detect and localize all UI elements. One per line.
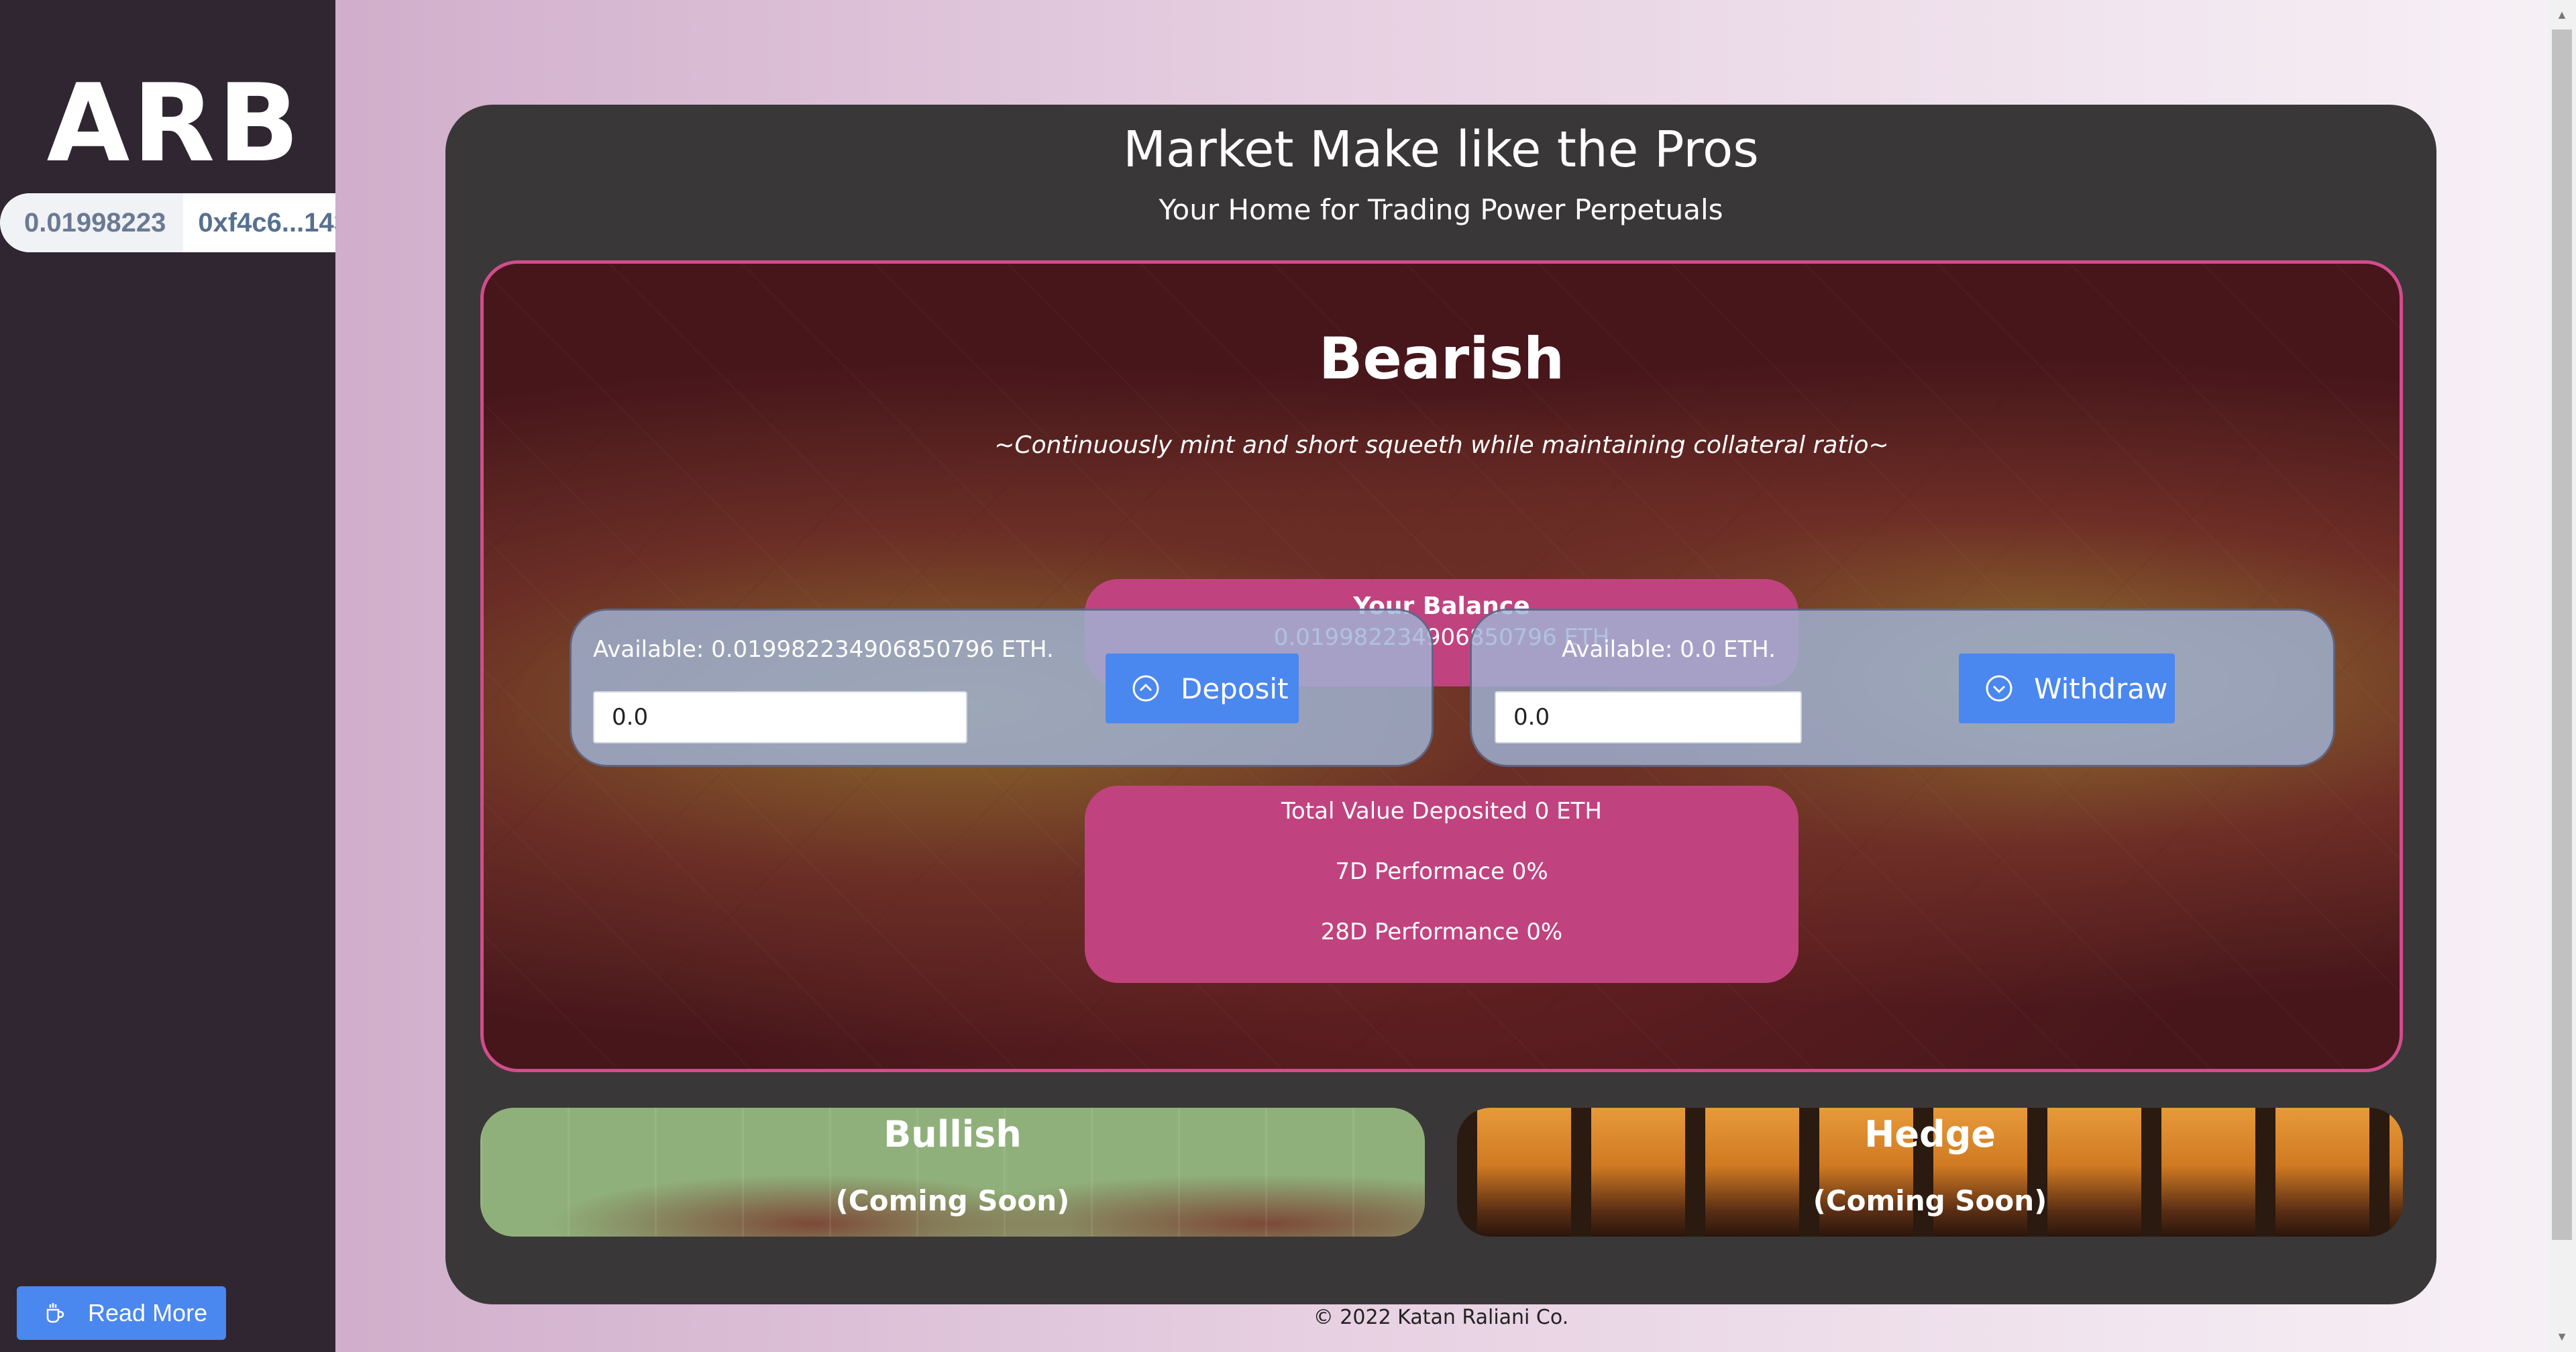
sidebar: ARB 0.01998223 0xf4c6...143 Read More xyxy=(0,0,335,1352)
deposit-amount-input[interactable]: 0.0 xyxy=(593,691,967,743)
wallet-balance[interactable]: 0.01998223 xyxy=(0,193,184,252)
coffee-icon xyxy=(46,1303,64,1323)
read-more-button[interactable]: Read More xyxy=(17,1286,226,1340)
circle-arrow-up-icon xyxy=(1132,675,1159,702)
hedge-subtitle: (Coming Soon) xyxy=(1813,1184,2047,1217)
performance-28d: 28D Performance 0% xyxy=(1320,919,1563,945)
bearish-title: Bearish xyxy=(1318,325,1565,393)
bullish-title: Bullish xyxy=(883,1113,1022,1155)
withdraw-box: Available: 0.0 ETH. 0.0 Withdraw xyxy=(1470,609,2335,767)
bullish-subtitle: (Coming Soon) xyxy=(835,1184,1070,1217)
stats-card: Total Value Deposited 0 ETH 7D Performac… xyxy=(1085,786,1799,983)
withdraw-label: Withdraw xyxy=(2034,672,2168,705)
circle-arrow-down-icon xyxy=(1986,675,2012,702)
bearish-description: ~Continuously mint and short squeeth whi… xyxy=(994,431,1889,459)
deposit-available: Available: 0.019982234906850796 ETH. xyxy=(593,636,1054,663)
bullish-card[interactable]: Bullish (Coming Soon) xyxy=(480,1108,1425,1237)
scroll-up-icon[interactable]: ▲ xyxy=(2555,8,2569,23)
wallet-address[interactable]: 0xf4c6...143 xyxy=(183,208,335,238)
bearish-panel: Bearish ~Continuously mint and short squ… xyxy=(480,260,2403,1072)
scroll-down-icon[interactable]: ▼ xyxy=(2555,1330,2569,1345)
withdraw-available: Available: 0.0 ETH. xyxy=(1562,636,1776,663)
main-card: Market Make like the Pros Your Home for … xyxy=(445,105,2436,1304)
footer-copyright: © 2022 Katan Raliani Co. xyxy=(1313,1306,1569,1329)
withdraw-amount-input[interactable]: 0.0 xyxy=(1495,691,1802,743)
deposit-box: Available: 0.019982234906850796 ETH. 0.0… xyxy=(570,609,1434,767)
deposit-button[interactable]: Deposit xyxy=(1106,654,1299,723)
deposit-label: Deposit xyxy=(1181,672,1289,705)
read-more-label: Read More xyxy=(88,1299,208,1327)
page-title: Market Make like the Pros xyxy=(1123,121,1759,178)
wallet-pill[interactable]: 0.01998223 0xf4c6...143 xyxy=(0,193,335,252)
total-value-deposited: Total Value Deposited 0 ETH xyxy=(1281,798,1602,825)
hedge-title: Hedge xyxy=(1864,1113,1996,1155)
withdraw-button[interactable]: Withdraw xyxy=(1959,654,2175,723)
page-subtitle: Your Home for Trading Power Perpetuals xyxy=(1159,193,1723,226)
performance-7d: 7D Performace 0% xyxy=(1335,858,1548,885)
vertical-scrollbar[interactable]: ▲ ▼ xyxy=(2548,0,2576,1352)
scroll-thumb[interactable] xyxy=(2552,30,2572,1240)
app-logo[interactable]: ARB xyxy=(0,60,349,186)
hedge-card[interactable]: Hedge (Coming Soon) xyxy=(1457,1108,2403,1237)
